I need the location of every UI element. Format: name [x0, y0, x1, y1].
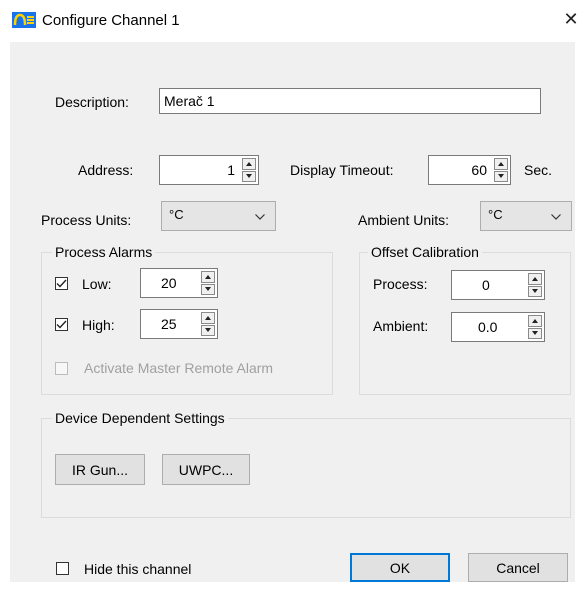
cancel-button[interactable]: Cancel: [468, 553, 568, 582]
master-remote-alarm-checkbox: [55, 362, 68, 375]
address-label: Address:: [78, 162, 134, 178]
hide-channel-checkbox[interactable]: [56, 562, 69, 575]
ambient-units-selected: °C: [488, 207, 503, 222]
high-alarm-spinner[interactable]: 25: [140, 309, 218, 339]
ok-button[interactable]: OK: [350, 553, 450, 582]
spin-down-icon[interactable]: [201, 324, 215, 336]
checkmark-icon: [56, 320, 67, 329]
ambient-units-label: Ambient Units:: [358, 212, 450, 228]
high-alarm-value: 25: [161, 316, 177, 332]
hide-channel-label: Hide this channel: [84, 561, 192, 577]
device-settings-title: Device Dependent Settings: [52, 410, 228, 426]
offset-ambient-spin-buttons[interactable]: [528, 315, 542, 339]
chevron-down-icon: [551, 214, 561, 220]
address-value: 1: [227, 162, 235, 178]
low-alarm-spinner[interactable]: 20: [140, 268, 218, 298]
spin-up-icon[interactable]: [201, 312, 215, 324]
chevron-down-icon: [255, 214, 265, 220]
offset-process-spin-buttons[interactable]: [528, 273, 542, 297]
high-alarm-label: High:: [82, 317, 115, 333]
ir-gun-button[interactable]: IR Gun...: [55, 454, 145, 485]
checkmark-icon: [56, 279, 67, 288]
high-alarm-checkbox[interactable]: [55, 318, 68, 331]
spin-down-icon[interactable]: [201, 283, 215, 295]
spin-down-icon[interactable]: [528, 327, 542, 339]
spin-up-icon[interactable]: [494, 158, 508, 170]
offset-calibration-title: Offset Calibration: [368, 244, 482, 260]
display-timeout-spinner[interactable]: 60: [428, 155, 511, 185]
offset-ambient-spinner[interactable]: 0.0: [451, 312, 545, 342]
address-spinner[interactable]: 1: [159, 155, 259, 185]
ambient-units-dropdown[interactable]: °C: [480, 201, 572, 231]
display-timeout-value: 60: [471, 162, 487, 178]
process-units-label: Process Units:: [41, 212, 132, 228]
process-units-dropdown[interactable]: °C: [161, 201, 276, 231]
process-alarms-title: Process Alarms: [52, 244, 156, 260]
low-alarm-checkbox[interactable]: [55, 277, 68, 290]
low-alarm-spin-buttons[interactable]: [201, 271, 215, 295]
offset-ambient-value: 0.0: [478, 319, 498, 335]
close-icon[interactable]: ✕: [561, 8, 581, 30]
spin-down-icon[interactable]: [494, 170, 508, 182]
low-alarm-label: Low:: [82, 276, 112, 292]
offset-ambient-label: Ambient:: [373, 318, 429, 334]
timeout-unit-label: Sec.: [524, 162, 553, 178]
offset-process-label: Process:: [373, 276, 428, 292]
high-alarm-spin-buttons[interactable]: [201, 312, 215, 336]
address-spin-buttons[interactable]: [242, 158, 256, 182]
display-timeout-label: Display Timeout:: [290, 162, 394, 178]
spin-up-icon[interactable]: [528, 315, 542, 327]
app-logo-icon: [12, 12, 36, 28]
spin-down-icon[interactable]: [242, 170, 256, 182]
spin-up-icon[interactable]: [201, 271, 215, 283]
offset-process-value: 0: [482, 277, 490, 293]
display-timeout-spin-buttons[interactable]: [494, 158, 508, 182]
offset-process-spinner[interactable]: 0: [451, 270, 545, 300]
spin-up-icon[interactable]: [242, 158, 256, 170]
spin-down-icon[interactable]: [528, 285, 542, 297]
description-label: Description:: [55, 94, 129, 110]
master-remote-alarm-label: Activate Master Remote Alarm: [84, 360, 274, 376]
low-alarm-value: 20: [161, 275, 177, 291]
description-input[interactable]: [159, 88, 541, 114]
process-units-selected: °C: [169, 207, 184, 222]
uwpc-button[interactable]: UWPC...: [162, 454, 250, 485]
window-title: Configure Channel 1: [42, 12, 180, 29]
spin-up-icon[interactable]: [528, 273, 542, 285]
